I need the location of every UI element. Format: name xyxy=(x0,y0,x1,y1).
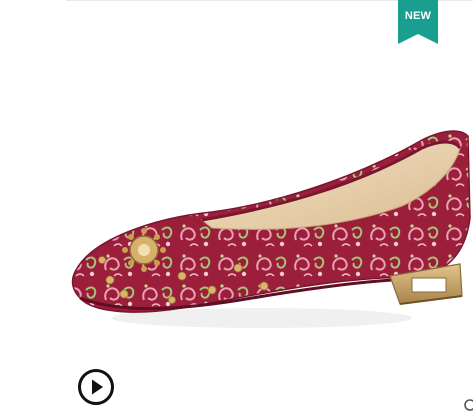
play-video-button[interactable] xyxy=(76,367,116,407)
new-badge: NEW xyxy=(398,0,438,44)
product-gallery: NEW xyxy=(0,0,473,418)
badge-ribbon-icon xyxy=(398,0,438,44)
product-image[interactable] xyxy=(62,100,473,350)
new-badge-label: NEW xyxy=(404,10,432,22)
magnifier-icon[interactable] xyxy=(462,396,473,414)
play-circle-icon xyxy=(78,369,114,405)
shoe-illustration xyxy=(71,130,471,328)
